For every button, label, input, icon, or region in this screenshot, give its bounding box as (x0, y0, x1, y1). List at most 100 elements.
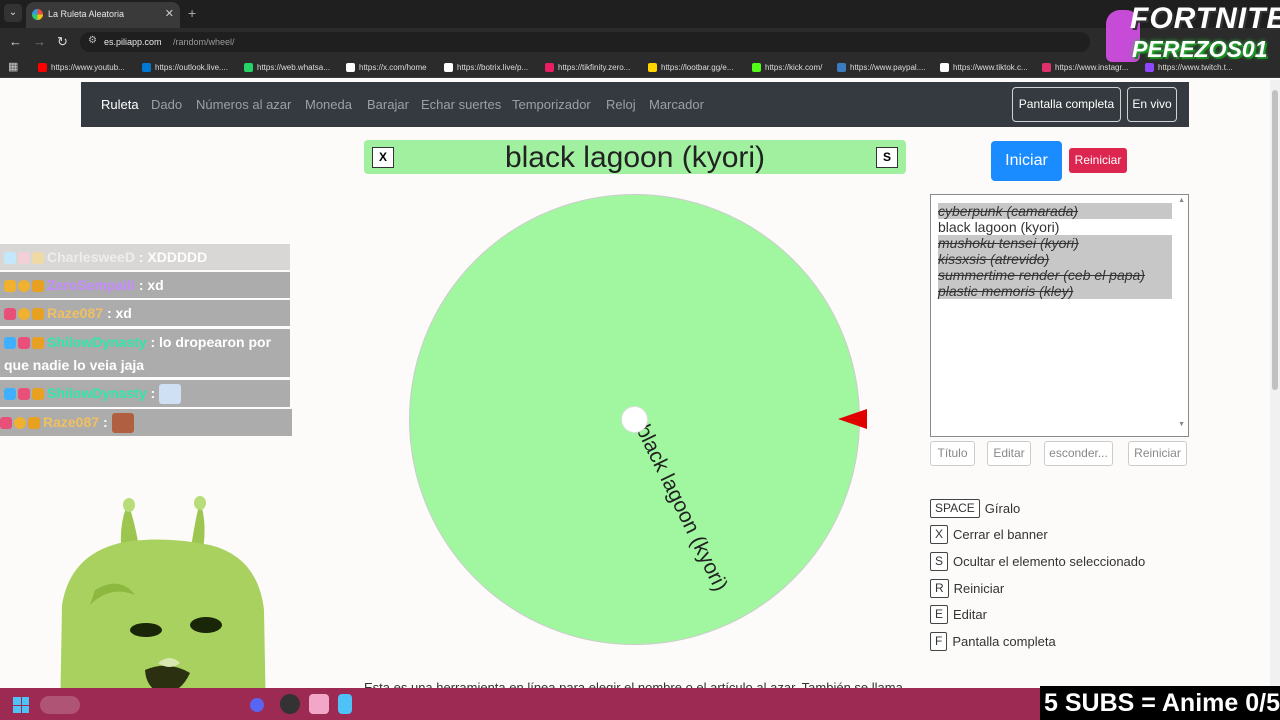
live-button[interactable]: En vivo (1127, 87, 1177, 122)
scrollbar-thumb[interactable] (1272, 90, 1278, 390)
banner-result-text: black lagoon (kyori) (504, 141, 766, 174)
bookmark-item[interactable]: https://www.paypal.... (837, 60, 926, 74)
nav-link-moneda[interactable]: Moneda (305, 97, 352, 112)
scroll-down-icon[interactable]: ▼ (1178, 421, 1185, 428)
bookmark-favicon-icon (940, 62, 949, 72)
nav-link-dado[interactable]: Dado (151, 97, 182, 112)
nav-link-barajar[interactable]: Barajar (367, 97, 409, 112)
entry-item[interactable]: black lagoon (kyori) (938, 219, 1059, 235)
windows-start-icon[interactable] (13, 697, 29, 713)
bookmark-item[interactable]: https://www.tiktok.c... (940, 60, 1028, 74)
fortnite-title: FORTNITE (1130, 2, 1280, 35)
shortcut-key: R (930, 578, 949, 598)
forward-icon[interactable]: → (33, 34, 46, 49)
fullscreen-button[interactable]: Pantalla completa (1012, 87, 1121, 122)
bookmark-label: https://www.tiktok.c... (953, 62, 1028, 72)
chat-badges (4, 252, 44, 265)
url-input[interactable]: ⚙ es.piliapp.com /random/wheel/ (80, 32, 1090, 52)
bookmarks-bar: ▦ https://www.youtub... https://outlook.l… (0, 56, 1280, 78)
page-scrollbar[interactable] (1270, 80, 1280, 688)
shortcut-label: Reiniciar (953, 580, 1005, 596)
favicon-icon (32, 9, 43, 20)
bookmark-item[interactable]: https://web.whatsa... (244, 60, 330, 74)
apps-grid-icon[interactable]: ▦ (8, 60, 18, 73)
chat-badges (4, 337, 44, 350)
shortcut-key: X (930, 525, 949, 545)
scroll-up-icon[interactable]: ▲ (1178, 197, 1185, 204)
bookmark-favicon-icon (38, 62, 47, 72)
chat-text: : xd (138, 277, 164, 293)
bookmark-item[interactable]: https://outlook.live.... (142, 60, 228, 74)
hide-selected-button[interactable]: S (876, 147, 898, 168)
chat-text: : (102, 414, 108, 430)
bookmark-item[interactable]: https://tikfinity.zero... (545, 60, 630, 74)
reset-list-button[interactable]: Reiniciar (1128, 441, 1187, 466)
taskbar-search-icon[interactable] (40, 696, 80, 714)
tab-list-button[interactable]: ⌄ (4, 4, 22, 22)
start-button[interactable]: Iniciar (991, 141, 1062, 181)
entry-item[interactable]: kissxsis (atrevido) (938, 251, 1172, 267)
nav-link-ruleta[interactable]: Ruleta (101, 97, 139, 112)
chat-badges (4, 308, 44, 321)
chat-message: ShilowDynasty : lo dropearon por que nadi… (0, 329, 290, 377)
entry-item[interactable]: summertime render (ceb el papa) (938, 267, 1172, 283)
discord-app-icon[interactable] (250, 698, 264, 712)
badge-icon (4, 280, 16, 293)
browser-tab-bar: ⌄ La Ruleta Aleatoria ✕ + (0, 0, 1280, 28)
nav-link-temporizador[interactable]: Temporizador (512, 97, 591, 112)
app-icon[interactable] (309, 694, 329, 714)
url-path: /random/wheel/ (173, 37, 235, 47)
chat-text: : XDDDDD (138, 249, 208, 265)
badge-icon (32, 308, 44, 321)
chat-text: : (150, 385, 156, 401)
chat-text: : lo dropearon por (150, 334, 272, 350)
bookmark-item[interactable]: https://lootbar.gg/e... (648, 60, 734, 74)
bookmark-item[interactable]: https://botrix.live/p... (444, 60, 528, 74)
badge-icon (14, 417, 26, 430)
hide-button[interactable]: esconder... (1044, 441, 1113, 466)
badge-icon (4, 337, 16, 350)
close-banner-button[interactable]: X (372, 147, 394, 168)
entry-item[interactable]: mushoku tensei (kyori) (938, 235, 1172, 251)
nav-link-marcador[interactable]: Marcador (649, 97, 704, 112)
entry-item[interactable]: plastic memoris (kley) (938, 283, 1172, 299)
shortcut-label: Cerrar el banner (953, 527, 1048, 543)
notepad-app-icon[interactable] (338, 694, 352, 714)
chat-badges (4, 280, 44, 293)
browser-tab-active[interactable]: La Ruleta Aleatoria ✕ (26, 2, 180, 28)
tab-close-icon[interactable]: ✕ (165, 7, 174, 20)
new-tab-icon[interactable]: + (188, 5, 196, 21)
shortcut-label: Editar (953, 607, 987, 623)
badge-icon (18, 337, 30, 350)
nav-link-echar-suertes[interactable]: Echar suertes (421, 97, 501, 112)
bookmark-item[interactable]: https://www.youtub... (38, 60, 125, 74)
reset-button[interactable]: Reiniciar (1069, 148, 1127, 173)
chat-emote-icon (159, 384, 182, 405)
bookmark-favicon-icon (648, 62, 657, 72)
title-button[interactable]: Título (930, 441, 975, 466)
tab-title: La Ruleta Aleatoria (48, 9, 125, 19)
spin-wheel[interactable]: black lagoon (kyori) (408, 193, 861, 646)
bookmark-favicon-icon (346, 62, 355, 72)
shortcut-row: E Editar (930, 605, 987, 625)
bookmark-label: https://x.com/home (359, 62, 427, 72)
url-host: es.piliapp.com (104, 37, 162, 47)
bookmark-item[interactable]: https://x.com/home (346, 60, 427, 74)
back-icon[interactable]: ← (9, 34, 22, 49)
nav-link-numeros[interactable]: Números al azar (196, 97, 291, 112)
edit-button[interactable]: Editar (987, 441, 1031, 466)
shortcut-row: F Pantalla completa (930, 632, 1056, 652)
badge-icon (32, 280, 44, 293)
badge-icon (32, 388, 44, 401)
chat-message: Raze087 : xd (0, 300, 290, 326)
reload-icon[interactable]: ↻ (57, 34, 68, 50)
nav-link-reloj[interactable]: Reloj (606, 97, 636, 112)
site-info-icon[interactable]: ⚙ (88, 35, 97, 46)
streamer-name: PEREZOS01 (1132, 36, 1268, 62)
bookmark-item[interactable]: https://kick.com/ (752, 60, 822, 74)
chat-badges (0, 417, 40, 430)
entry-item[interactable]: cyberpunk (camarada) (938, 203, 1172, 219)
bookmark-label: https://tikfinity.zero... (558, 62, 631, 72)
obs-app-icon[interactable] (280, 694, 300, 714)
entries-textarea[interactable]: cyberpunk (camarada) black lagoon (kyori)… (930, 194, 1189, 437)
